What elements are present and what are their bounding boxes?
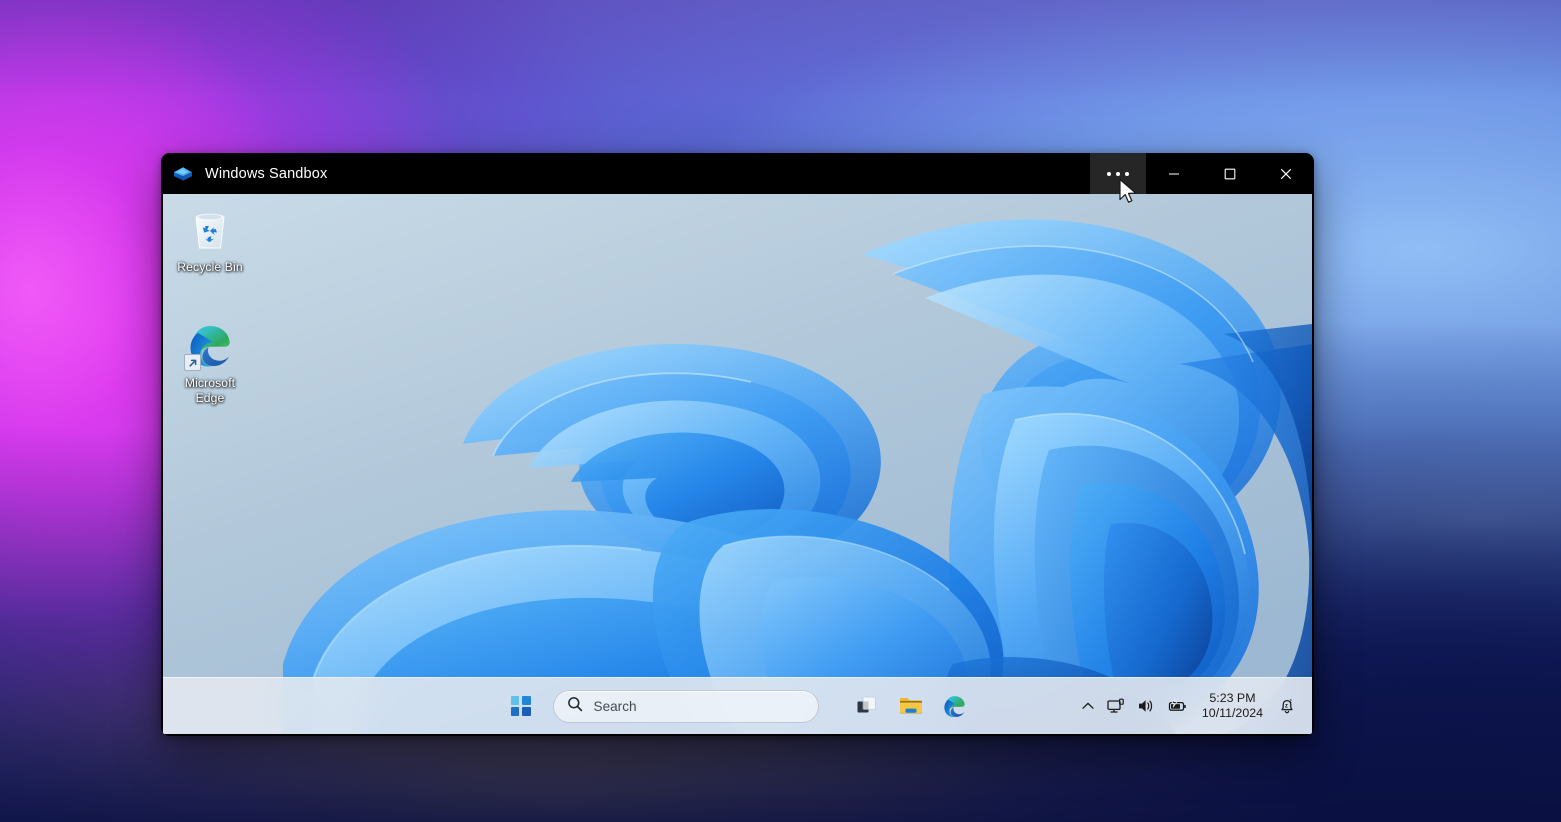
close-icon <box>1280 168 1292 179</box>
recycle-bin-icon <box>186 206 234 254</box>
file-explorer-icon <box>899 698 922 714</box>
chevron-up-icon <box>1082 702 1094 709</box>
shortcut-overlay-icon <box>184 354 201 371</box>
desktop-icon-microsoft-edge[interactable]: Microsoft Edge <box>167 322 253 405</box>
battery-charging-icon <box>1168 697 1186 711</box>
desktop-icon-label: Microsoft Edge <box>185 376 235 405</box>
volume-icon <box>1138 700 1153 712</box>
clock-date: 10/11/2024 <box>1201 706 1263 720</box>
minimize-button[interactable] <box>1146 153 1202 194</box>
clock-time: 5:23 PM <box>1209 691 1256 705</box>
network-icon <box>1107 698 1124 713</box>
tray-volume-button[interactable] <box>1131 686 1161 726</box>
host-desktop-background: Windows Sandbox Recycle Bin Microsoft Ed… <box>0 0 1561 822</box>
minimize-icon <box>1169 172 1179 175</box>
guest-desktop[interactable]: Recycle Bin Microsoft Edge Search 5:23 P… <box>163 194 1312 734</box>
microsoft-edge-icon <box>944 695 965 717</box>
window-controls <box>1090 153 1314 194</box>
taskbar-file-explorer-button[interactable] <box>889 684 933 728</box>
svg-text:z: z <box>1289 699 1292 705</box>
svg-text:z: z <box>1285 703 1288 710</box>
desktop-icon-label-line2: Edge <box>195 390 225 405</box>
windows-sandbox-icon <box>172 163 194 185</box>
bell-do-not-disturb-icon: z z <box>1281 699 1293 714</box>
desktop-icon-label-line1: Microsoft <box>184 376 236 390</box>
taskbar-task-view-button[interactable] <box>845 684 889 728</box>
windows-sandbox-window[interactable]: Windows Sandbox Recycle Bin Microsoft Ed… <box>161 153 1314 736</box>
taskbar-clock[interactable]: 5:23 PM 10/11/2024 <box>1193 685 1272 727</box>
windows-11-bloom-wallpaper <box>163 194 1312 734</box>
desktop-icon-label: Recycle Bin <box>177 260 243 274</box>
taskbar-center-group: Search <box>499 678 977 734</box>
tray-network-button[interactable] <box>1101 686 1131 726</box>
ellipsis-icon <box>1107 171 1129 176</box>
start-button[interactable] <box>499 684 543 728</box>
task-view-icon <box>857 696 876 713</box>
tray-overflow-button[interactable] <box>1075 686 1101 726</box>
titlebar-left-group: Windows Sandbox <box>161 163 327 185</box>
guest-taskbar[interactable]: Search 5:23 PM 10/11/2024 z z <box>163 677 1312 734</box>
search-icon <box>567 696 583 717</box>
system-tray: 5:23 PM 10/11/2024 z z <box>1075 678 1302 734</box>
search-input[interactable]: Search <box>552 689 819 723</box>
tray-battery-button[interactable] <box>1161 686 1193 726</box>
more-options-button[interactable] <box>1090 153 1146 194</box>
windows-logo-icon <box>510 696 531 716</box>
window-titlebar[interactable]: Windows Sandbox <box>161 153 1314 194</box>
window-title: Windows Sandbox <box>205 165 328 182</box>
taskbar-microsoft-edge-button[interactable] <box>933 684 977 728</box>
maximize-button[interactable] <box>1202 153 1258 194</box>
close-button[interactable] <box>1258 153 1314 194</box>
microsoft-edge-icon <box>184 322 234 371</box>
tray-notifications-button[interactable]: z z <box>1272 686 1302 726</box>
desktop-icon-recycle-bin[interactable]: Recycle Bin <box>167 206 253 275</box>
maximize-icon <box>1224 168 1236 179</box>
search-placeholder: Search <box>593 698 637 714</box>
